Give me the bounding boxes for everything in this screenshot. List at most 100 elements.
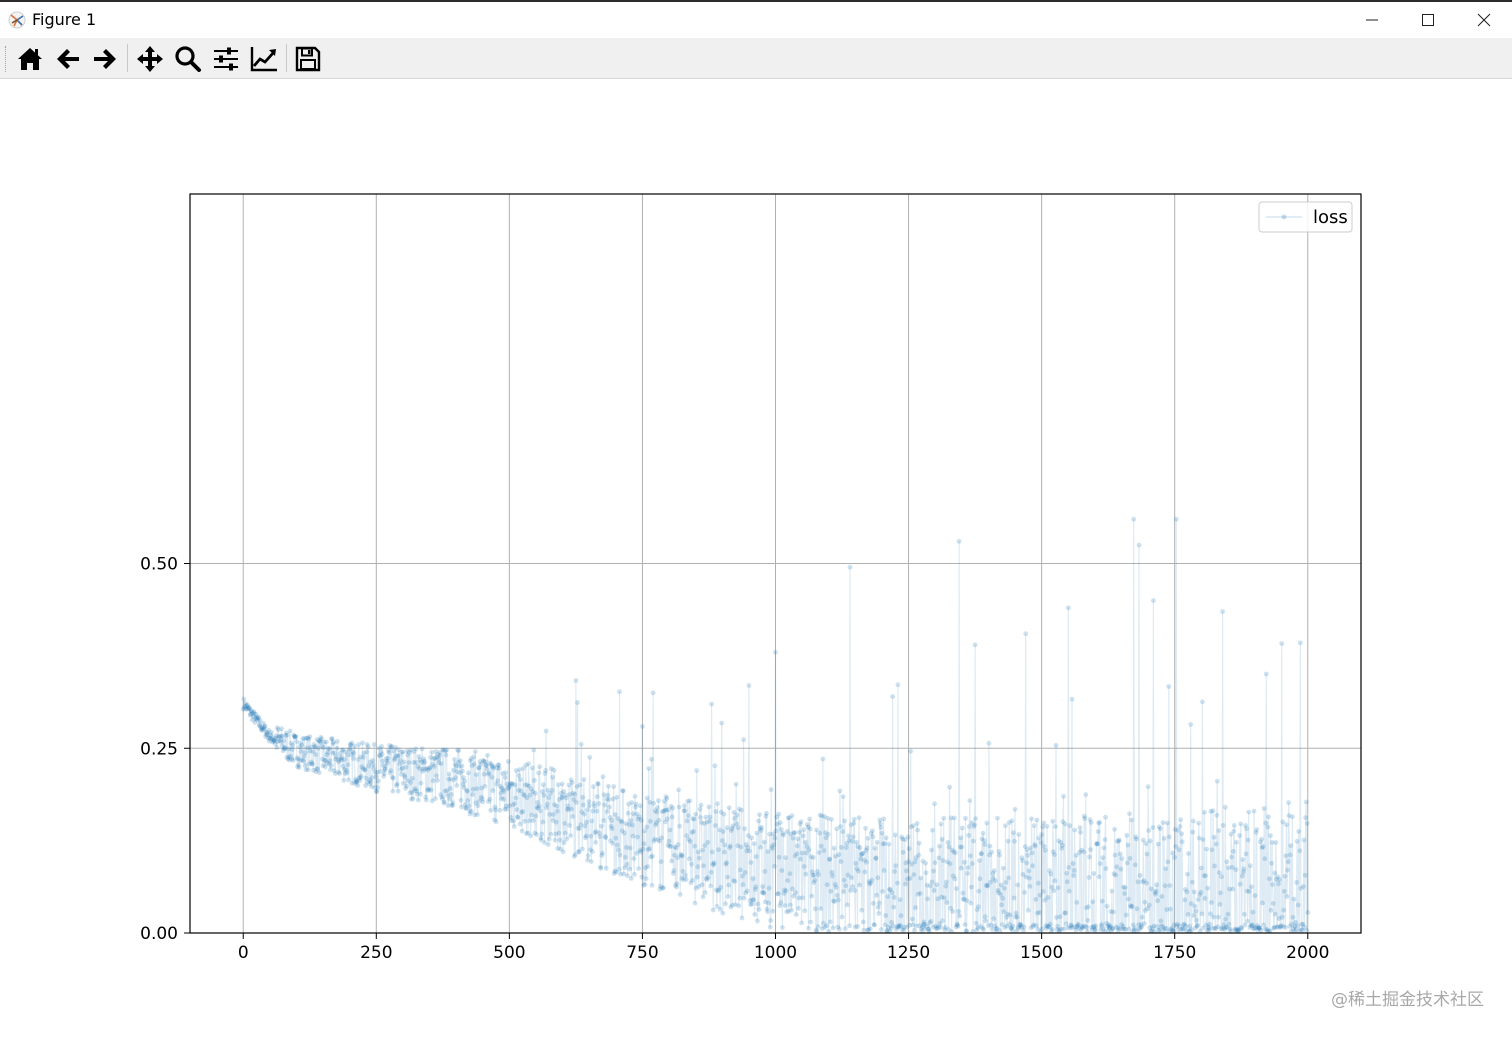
- loss-point: [779, 868, 785, 873]
- loss-point: [991, 916, 997, 922]
- loss-point: [418, 780, 424, 786]
- loss-point: [1005, 838, 1011, 844]
- loss-point: [911, 872, 917, 877]
- loss-point: [947, 784, 952, 790]
- loss-point: [680, 868, 686, 874]
- loss-point: [564, 836, 570, 842]
- loss-point: [1010, 927, 1015, 933]
- loss-point: [1081, 849, 1087, 855]
- loss-point: [1003, 823, 1008, 829]
- maximize-button[interactable]: [1400, 2, 1456, 38]
- loss-point: [989, 849, 994, 855]
- loss-point: [1291, 896, 1297, 902]
- y-tick-label: 0.00: [140, 924, 178, 944]
- loss-chart[interactable]: 0 250 500 750 1000 1250 1500 1750 2000 0.00 0.25 0.…: [0, 79, 1512, 1038]
- loss-point: [1304, 928, 1310, 933]
- loss-point: [628, 876, 634, 881]
- loss-point: [627, 845, 633, 851]
- loss-point: [1037, 910, 1042, 915]
- loss-point: [1127, 856, 1133, 861]
- loss-point: [430, 778, 436, 784]
- loss-point: [656, 817, 662, 823]
- customize-button[interactable]: [248, 43, 280, 75]
- close-button[interactable]: [1456, 2, 1512, 38]
- loss-point: [794, 843, 800, 849]
- loss-point: [620, 788, 626, 794]
- loss-point: [587, 754, 593, 760]
- loss-point: [281, 738, 287, 743]
- loss-point: [316, 770, 322, 775]
- save-button[interactable]: [292, 43, 324, 75]
- loss-point: [755, 918, 760, 924]
- loss-point: [775, 891, 781, 896]
- loss-point: [1114, 864, 1120, 870]
- loss-point: [917, 891, 923, 896]
- loss-point: [841, 889, 846, 895]
- loss-point: [501, 796, 506, 802]
- loss-point: [579, 846, 585, 852]
- loss-point: [1136, 542, 1142, 548]
- loss-point: [1216, 828, 1222, 833]
- loss-point: [1202, 896, 1208, 901]
- loss-point: [1131, 516, 1137, 522]
- x-tick-label: 500: [493, 943, 525, 963]
- loss-point: [807, 816, 812, 822]
- loss-point: [741, 895, 747, 901]
- loss-point: [241, 696, 247, 702]
- loss-point: [1216, 914, 1221, 920]
- zoom-button[interactable]: [172, 43, 204, 75]
- loss-point: [466, 770, 471, 776]
- figure-canvas[interactable]: 0 250 500 750 1000 1250 1500 1750 2000 0.00 0.25 0.…: [0, 79, 1512, 1038]
- loss-point: [503, 770, 508, 775]
- loss-point: [903, 881, 908, 887]
- loss-point: [817, 830, 823, 836]
- loss-point: [959, 825, 965, 831]
- toolbar-grip[interactable]: [5, 46, 8, 72]
- loss-point: [351, 756, 356, 761]
- title-bar[interactable]: Figure 1: [0, 2, 1512, 38]
- loss-point: [346, 777, 351, 783]
- loss-point: [572, 791, 578, 797]
- loss-point: [675, 842, 681, 847]
- loss-point: [938, 821, 944, 827]
- minimize-button[interactable]: [1344, 2, 1400, 38]
- loss-point: [1086, 904, 1091, 910]
- loss-point: [1214, 812, 1220, 818]
- loss-point: [1016, 832, 1022, 837]
- loss-point: [923, 870, 929, 876]
- back-button[interactable]: [52, 43, 84, 75]
- loss-point: [1260, 900, 1265, 906]
- loss-point: [855, 924, 860, 929]
- loss-point: [692, 900, 698, 906]
- loss-point: [289, 747, 295, 752]
- loss-point: [529, 812, 535, 818]
- loss-point: [907, 875, 913, 881]
- loss-point: [410, 796, 416, 801]
- loss-point: [1139, 914, 1145, 920]
- pan-button[interactable]: [134, 43, 166, 75]
- loss-point: [923, 860, 928, 866]
- loss-point: [1084, 924, 1090, 930]
- loss-point: [828, 888, 834, 894]
- subplots-button[interactable]: [210, 43, 242, 75]
- loss-point: [1251, 808, 1257, 814]
- loss-point: [1284, 894, 1290, 899]
- loss-point: [543, 728, 549, 734]
- forward-button[interactable]: [89, 43, 121, 75]
- loss-point: [1161, 836, 1167, 841]
- loss-point: [838, 859, 844, 864]
- loss-point: [1150, 825, 1156, 830]
- loss-point: [614, 794, 620, 800]
- loss-point: [930, 827, 935, 833]
- loss-point: [646, 766, 652, 771]
- loss-point: [583, 833, 589, 839]
- loss-point: [1096, 874, 1102, 880]
- loss-point: [953, 850, 958, 856]
- loss-point: [446, 771, 452, 777]
- loss-point: [361, 755, 366, 760]
- loss-point: [1240, 857, 1246, 862]
- loss-point: [913, 905, 918, 911]
- loss-point: [809, 893, 815, 899]
- home-button[interactable]: [14, 43, 46, 75]
- loss-point: [390, 788, 396, 794]
